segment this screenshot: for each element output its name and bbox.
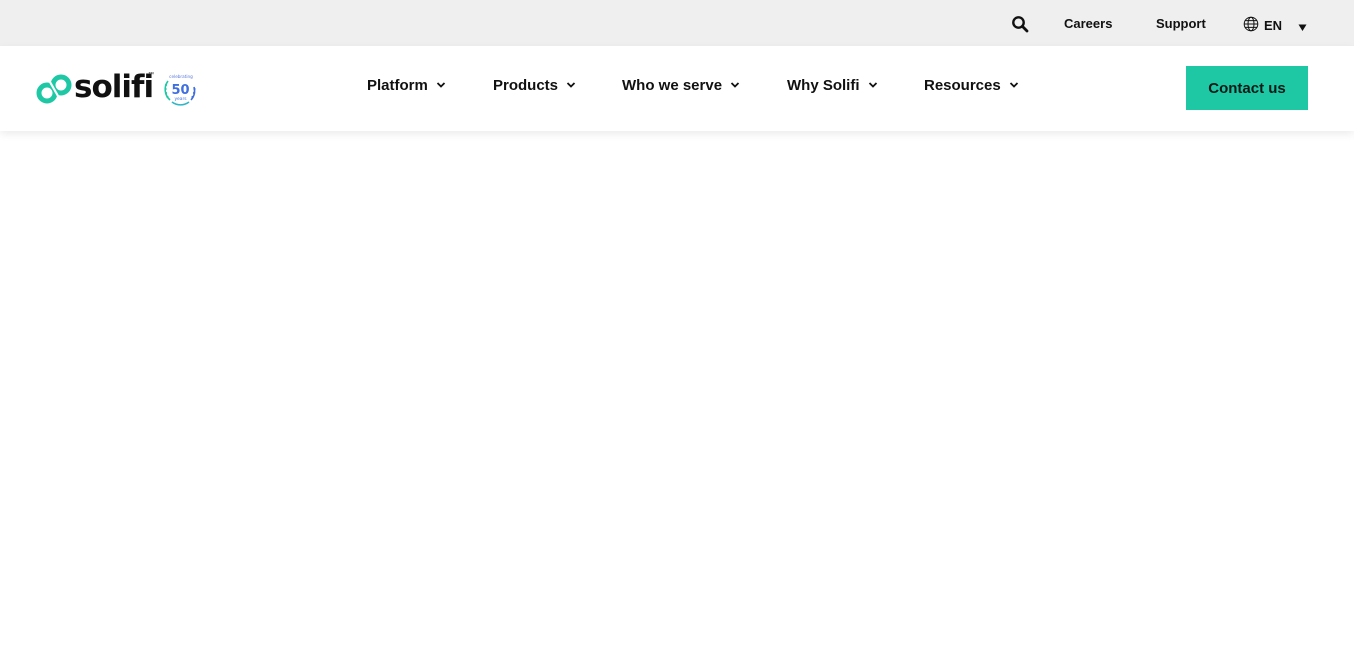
nav-item-who-we-serve[interactable]: Who we serve — [622, 76, 740, 98]
nav-label: Platform — [367, 77, 428, 94]
logo-wordmark: solifi — [74, 69, 154, 105]
anniversary-badge: celebrating 50 years — [162, 71, 198, 107]
nav-item-why-solifi[interactable]: Why Solifi — [787, 76, 878, 98]
nav-item-products[interactable]: Products — [493, 76, 576, 98]
svg-text:celebrating: celebrating — [169, 74, 193, 79]
chevron-down-icon — [436, 77, 446, 88]
support-link[interactable]: Support — [1156, 15, 1206, 33]
chevron-down-icon — [566, 77, 576, 88]
solifi-logo[interactable]: solifi ™ celebrating 50 years — [36, 69, 200, 109]
nav-item-resources[interactable]: Resources — [924, 76, 1019, 98]
main-header: solifi ™ celebrating 50 years Platform P… — [0, 46, 1354, 131]
careers-link[interactable]: Careers — [1064, 15, 1112, 33]
nav-label: Resources — [924, 77, 1001, 94]
nav-item-platform[interactable]: Platform — [367, 76, 446, 98]
chevron-down-icon — [868, 77, 878, 88]
scrollbar-gutter — [1354, 0, 1366, 651]
language-selector[interactable]: EN — [1243, 15, 1309, 35]
logo-trademark: ™ — [148, 72, 154, 78]
nav-label: Who we serve — [622, 77, 723, 94]
caret-down-icon — [1298, 19, 1307, 31]
svg-text:50: 50 — [171, 83, 189, 98]
chevron-down-icon — [730, 77, 740, 88]
language-code: EN — [1264, 18, 1283, 33]
utility-bar: Careers Support EN — [0, 0, 1354, 46]
page: Careers Support EN solifi ™ celebrating … — [0, 0, 1354, 651]
globe-icon — [1243, 16, 1259, 32]
viewport: Careers Support EN solifi ™ celebrating … — [0, 0, 1366, 651]
nav-label: Why Solifi — [787, 77, 860, 94]
contact-us-button[interactable]: Contact us — [1186, 66, 1308, 110]
search-icon[interactable] — [1011, 15, 1029, 33]
svg-text:years: years — [174, 96, 187, 102]
solifi-logo-mark — [36, 71, 72, 107]
chevron-down-icon — [1009, 77, 1019, 88]
nav-label: Products — [493, 77, 559, 94]
